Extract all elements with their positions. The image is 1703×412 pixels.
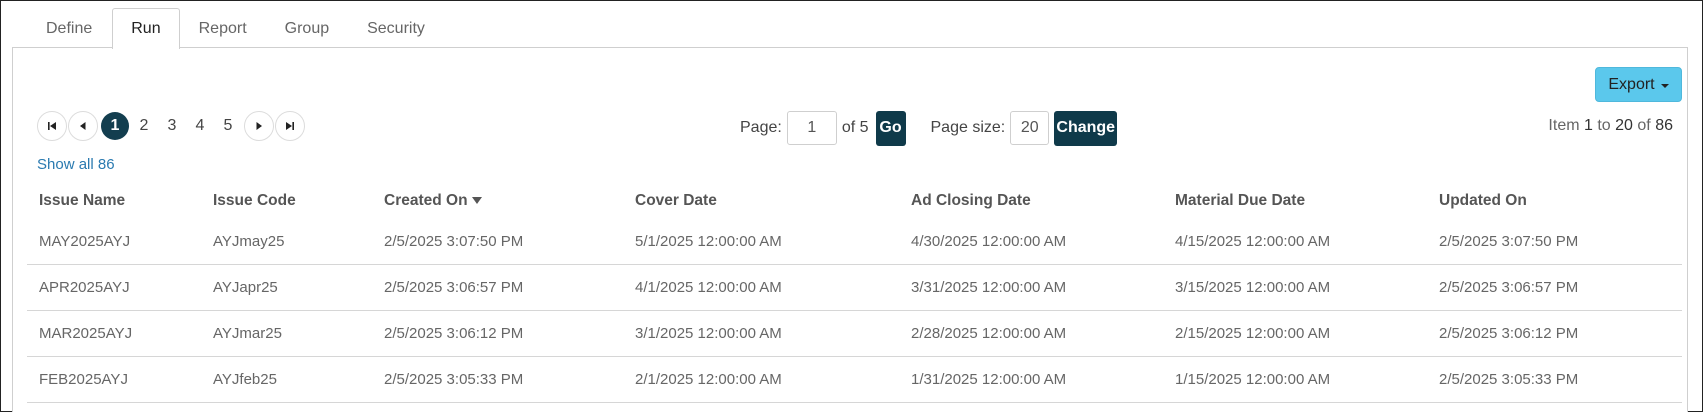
change-page-size-button[interactable]: Change <box>1054 110 1118 146</box>
export-button[interactable]: Export <box>1595 67 1682 102</box>
show-all-link[interactable]: Show all 86 <box>37 156 115 173</box>
cell-material-due-date: 4/15/2025 12:00:00 AM <box>1175 233 1331 250</box>
go-button[interactable]: Go <box>875 110 906 146</box>
page-size-input[interactable] <box>1010 111 1050 145</box>
pagination: 1 2 3 4 5 <box>37 111 306 141</box>
prev-page-button[interactable] <box>68 111 98 141</box>
next-page-button[interactable] <box>244 111 274 141</box>
cell-created-on: 2/5/2025 3:07:50 PM <box>384 233 524 250</box>
column-header-created-on-label: Created On <box>384 191 468 209</box>
cell-cover-date: 2/1/2025 12:00:00 AM <box>635 371 782 388</box>
caret-down-icon <box>1660 83 1669 88</box>
column-header-ad-closing-date[interactable]: Ad Closing Date <box>905 192 1169 210</box>
page-total-label: of 5 <box>841 119 869 136</box>
table-header: Issue Name Issue Code Created On Cover D… <box>27 182 1682 219</box>
item-prefix: Item <box>1548 117 1580 134</box>
tab-group[interactable]: Group <box>266 8 348 48</box>
cell-ad-closing-date: 3/31/2025 12:00:00 AM <box>911 279 1067 296</box>
table-row[interactable]: MAY2025AYJ AYJmay25 2/5/2025 3:07:50 PM … <box>27 219 1682 265</box>
column-header-created-on[interactable]: Created On <box>378 192 629 210</box>
item-from: 1 <box>1584 117 1593 134</box>
tab-security[interactable]: Security <box>348 8 444 48</box>
cell-issue-code: AYJmar25 <box>213 325 282 342</box>
page-label: Page: <box>740 119 782 136</box>
first-page-icon <box>48 122 56 130</box>
cell-issue-name: MAY2025AYJ <box>39 233 131 250</box>
cell-issue-name: FEB2025AYJ <box>39 371 128 388</box>
page-1-button[interactable]: 1 <box>101 112 129 140</box>
page-2-button[interactable]: 2 <box>130 111 158 141</box>
table-row[interactable]: APR2025AYJ AYJapr25 2/5/2025 3:06:57 PM … <box>27 265 1682 311</box>
cell-ad-closing-date: 2/28/2025 12:00:00 AM <box>911 325 1067 342</box>
tab-report[interactable]: Report <box>180 8 266 48</box>
first-page-button[interactable] <box>37 111 67 141</box>
cell-material-due-date: 2/15/2025 12:00:00 AM <box>1175 325 1331 342</box>
cell-material-due-date: 1/15/2025 12:00:00 AM <box>1175 371 1331 388</box>
cell-updated-on: 2/5/2025 3:06:12 PM <box>1439 325 1579 342</box>
cell-issue-name: APR2025AYJ <box>39 279 130 296</box>
item-total: 86 <box>1655 117 1673 134</box>
cell-issue-code: AYJapr25 <box>213 279 278 296</box>
cell-material-due-date: 3/15/2025 12:00:00 AM <box>1175 279 1331 296</box>
cell-issue-code: AYJmay25 <box>213 233 285 250</box>
item-to-word: to <box>1597 117 1611 134</box>
column-header-material-due-date[interactable]: Material Due Date <box>1169 192 1433 210</box>
item-of-word: of <box>1637 117 1651 134</box>
last-page-icon <box>286 122 294 130</box>
item-to: 20 <box>1615 117 1633 134</box>
table-row[interactable]: MAR2025AYJ AYJmar25 2/5/2025 3:06:12 PM … <box>27 311 1682 357</box>
table-row[interactable]: FEB2025AYJ AYJfeb25 2/5/2025 3:05:33 PM … <box>27 357 1682 403</box>
cell-cover-date: 5/1/2025 12:00:00 AM <box>635 233 782 250</box>
prev-page-icon <box>80 122 86 130</box>
column-header-issue-name[interactable]: Issue Name <box>27 192 207 210</box>
item-range-info: Item 1 to 20 of 86 <box>1548 117 1673 135</box>
cell-ad-closing-date: 4/30/2025 12:00:00 AM <box>911 233 1067 250</box>
page-jump: Page: of 5 Go Page size: Change <box>740 110 1118 146</box>
cell-issue-code: AYJfeb25 <box>213 371 277 388</box>
cell-created-on: 2/5/2025 3:06:57 PM <box>384 279 524 296</box>
page-number-input[interactable] <box>786 111 837 145</box>
cell-updated-on: 2/5/2025 3:07:50 PM <box>1439 233 1579 250</box>
page-4-button[interactable]: 4 <box>186 111 214 141</box>
page-5-button[interactable]: 5 <box>214 111 242 141</box>
cell-created-on: 2/5/2025 3:05:33 PM <box>384 371 524 388</box>
page-3-button[interactable]: 3 <box>158 111 186 141</box>
column-header-updated-on[interactable]: Updated On <box>1433 192 1682 210</box>
tab-define[interactable]: Define <box>13 8 112 48</box>
cell-cover-date: 3/1/2025 12:00:00 AM <box>635 325 782 342</box>
export-label: Export <box>1608 75 1655 93</box>
issues-table: Issue Name Issue Code Created On Cover D… <box>27 182 1682 403</box>
column-header-cover-date[interactable]: Cover Date <box>629 192 905 210</box>
tab-run[interactable]: Run <box>112 8 180 49</box>
page-size-label: Page size: <box>930 119 1006 136</box>
tab-bar: Define Run Report Group Security <box>13 8 444 49</box>
cell-updated-on: 2/5/2025 3:05:33 PM <box>1439 371 1579 388</box>
cell-ad-closing-date: 1/31/2025 12:00:00 AM <box>911 371 1067 388</box>
column-header-issue-code[interactable]: Issue Code <box>207 192 378 210</box>
cell-issue-name: MAR2025AYJ <box>39 325 133 342</box>
cell-created-on: 2/5/2025 3:06:12 PM <box>384 325 524 342</box>
last-page-button[interactable] <box>275 111 305 141</box>
next-page-icon <box>256 122 262 130</box>
sort-descending-icon <box>471 196 482 204</box>
cell-updated-on: 2/5/2025 3:06:57 PM <box>1439 279 1579 296</box>
cell-cover-date: 4/1/2025 12:00:00 AM <box>635 279 782 296</box>
